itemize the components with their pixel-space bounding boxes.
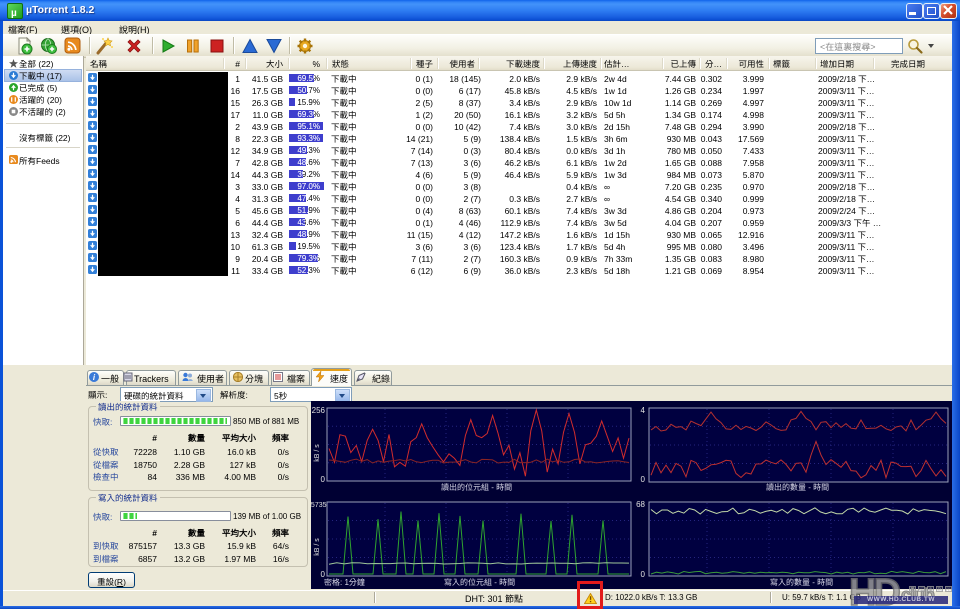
svg-text:68: 68 (636, 500, 645, 509)
svg-text:0: 0 (641, 475, 646, 484)
svg-text:256: 256 (312, 406, 326, 415)
svg-text:0: 0 (321, 475, 326, 484)
svg-text:4: 4 (641, 406, 646, 415)
svg-text:kB / s: kB / s (314, 444, 321, 462)
svg-text:5735: 5735 (311, 502, 327, 509)
svg-text:0: 0 (641, 570, 646, 579)
svg-text:kB / s: kB / s (314, 538, 321, 556)
